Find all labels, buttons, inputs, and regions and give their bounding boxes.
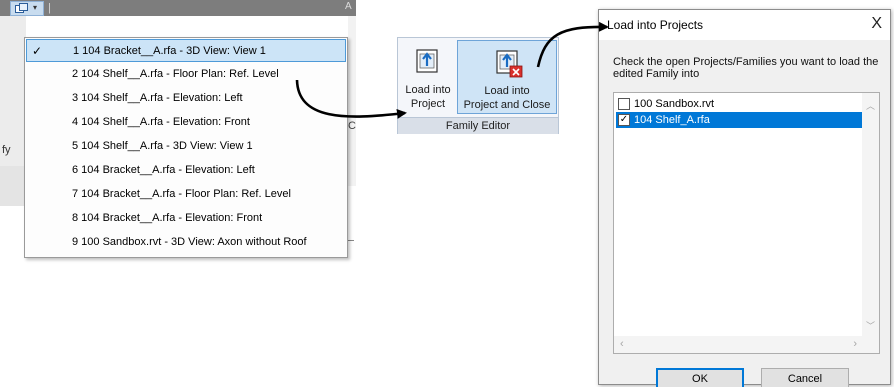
dialog-title-bar: Load into Projects X: [599, 10, 890, 40]
load-into-project-close-icon: [496, 50, 523, 78]
switch-windows-button[interactable]: ▾: [10, 1, 44, 16]
menu-item-window-5[interactable]: 5 104 Shelf__A.rfa - 3D View: View 1: [26, 135, 346, 158]
menu-item-window-4[interactable]: 4 104 Shelf__A.rfa - Elevation: Front: [26, 111, 346, 134]
scroll-down-icon[interactable]: ﹀: [866, 319, 875, 332]
scroll-left-icon[interactable]: ‹: [620, 338, 624, 350]
menu-item-label: 6 104 Bracket__A.rfa - Elevation: Left: [72, 164, 255, 176]
quick-access-toolbar: A: [0, 0, 356, 16]
load-into-project-icon: [416, 49, 438, 73]
menu-item-label: 2 104 Shelf__A.rfa - Floor Plan: Ref. Le…: [72, 68, 279, 80]
ribbon-fragment-text: fy: [2, 144, 11, 156]
horizontal-scrollbar[interactable]: ‹ ›: [614, 336, 879, 353]
checkbox[interactable]: [618, 98, 630, 110]
cancel-button[interactable]: Cancel: [761, 368, 849, 387]
scroll-right-icon[interactable]: ›: [853, 338, 857, 350]
load-into-project-line1: Load into: [405, 84, 451, 96]
toolbar-fragment-text: A: [345, 1, 352, 12]
menu-item-window-2[interactable]: 2 104 Shelf__A.rfa - Floor Plan: Ref. Le…: [26, 63, 346, 86]
menu-item-window-3[interactable]: 3 104 Shelf__A.rfa - Elevation: Left: [26, 87, 346, 110]
menu-item-label: 4 104 Shelf__A.rfa - Elevation: Front: [72, 116, 250, 128]
load-into-project-and-close-button[interactable]: Load into Project and Close: [457, 40, 557, 114]
dialog-title: Load into Projects: [607, 18, 704, 32]
family-editor-panel: Load into Project Load into Project and …: [397, 37, 559, 134]
projects-list: 100 Sandbox.rvt ✓ 104 Shelf_A.rfa ︿ ﹀ ‹ …: [613, 92, 880, 354]
dialog-instruction: Check the open Projects/Families you wan…: [613, 56, 879, 80]
toolbar-separator: |: [48, 2, 51, 14]
load-into-project-button[interactable]: Load into Project: [400, 40, 456, 114]
menu-item-window-1[interactable]: ✓ 1 104 Bracket__A.rfa - 3D View: View 1: [26, 39, 346, 62]
menu-item-label: 5 104 Shelf__A.rfa - 3D View: View 1: [72, 140, 253, 152]
list-item-label: 104 Shelf_A.rfa: [632, 112, 712, 128]
load-into-project-line2: Project: [410, 98, 446, 110]
list-item-project-1[interactable]: 100 Sandbox.rvt: [616, 96, 863, 112]
close-icon[interactable]: X: [871, 15, 882, 33]
list-item-label: 100 Sandbox.rvt: [634, 98, 715, 110]
switch-windows-icon: [15, 3, 28, 13]
load-into-project-close-line1: Load into: [484, 85, 530, 97]
canvas-fragment-text: C: [348, 120, 356, 132]
switch-windows-menu: ✓ 1 104 Bracket__A.rfa - 3D View: View 1…: [24, 37, 348, 258]
load-into-projects-dialog: Load into Projects X Check the open Proj…: [598, 9, 891, 387]
list-item-project-2[interactable]: ✓ 104 Shelf_A.rfa: [616, 112, 863, 128]
panel-title: Family Editor: [398, 117, 558, 134]
vertical-scrollbar[interactable]: ︿ ﹀: [862, 93, 879, 338]
menu-item-window-7[interactable]: 7 104 Bracket__A.rfa - Floor Plan: Ref. …: [26, 183, 346, 206]
check-icon: ✓: [32, 44, 43, 58]
canvas-line: [348, 240, 354, 241]
checkbox-checked[interactable]: ✓: [618, 114, 630, 126]
menu-item-window-6[interactable]: 6 104 Bracket__A.rfa - Elevation: Left: [26, 159, 346, 182]
ribbon-background: fy: [0, 16, 26, 206]
menu-item-label: 7 104 Bracket__A.rfa - Floor Plan: Ref. …: [72, 188, 291, 200]
menu-item-label: 9 100 Sandbox.rvt - 3D View: Axon withou…: [72, 236, 307, 248]
load-into-project-close-line2: Project and Close: [463, 99, 551, 111]
scroll-up-icon[interactable]: ︿: [866, 99, 875, 112]
menu-item-label: 1 104 Bracket__A.rfa - 3D View: View 1: [73, 45, 266, 57]
ok-button[interactable]: OK: [656, 368, 744, 387]
menu-item-label: 3 104 Shelf__A.rfa - Elevation: Left: [72, 92, 243, 104]
menu-item-window-8[interactable]: 8 104 Bracket__A.rfa - Elevation: Front: [26, 207, 346, 230]
menu-item-window-9[interactable]: 9 100 Sandbox.rvt - 3D View: Axon withou…: [26, 231, 346, 254]
ribbon-band: [0, 166, 26, 206]
canvas-edge: C: [348, 16, 356, 186]
menu-item-label: 8 104 Bracket__A.rfa - Elevation: Front: [72, 212, 263, 224]
chevron-down-icon[interactable]: ▾: [33, 3, 37, 12]
